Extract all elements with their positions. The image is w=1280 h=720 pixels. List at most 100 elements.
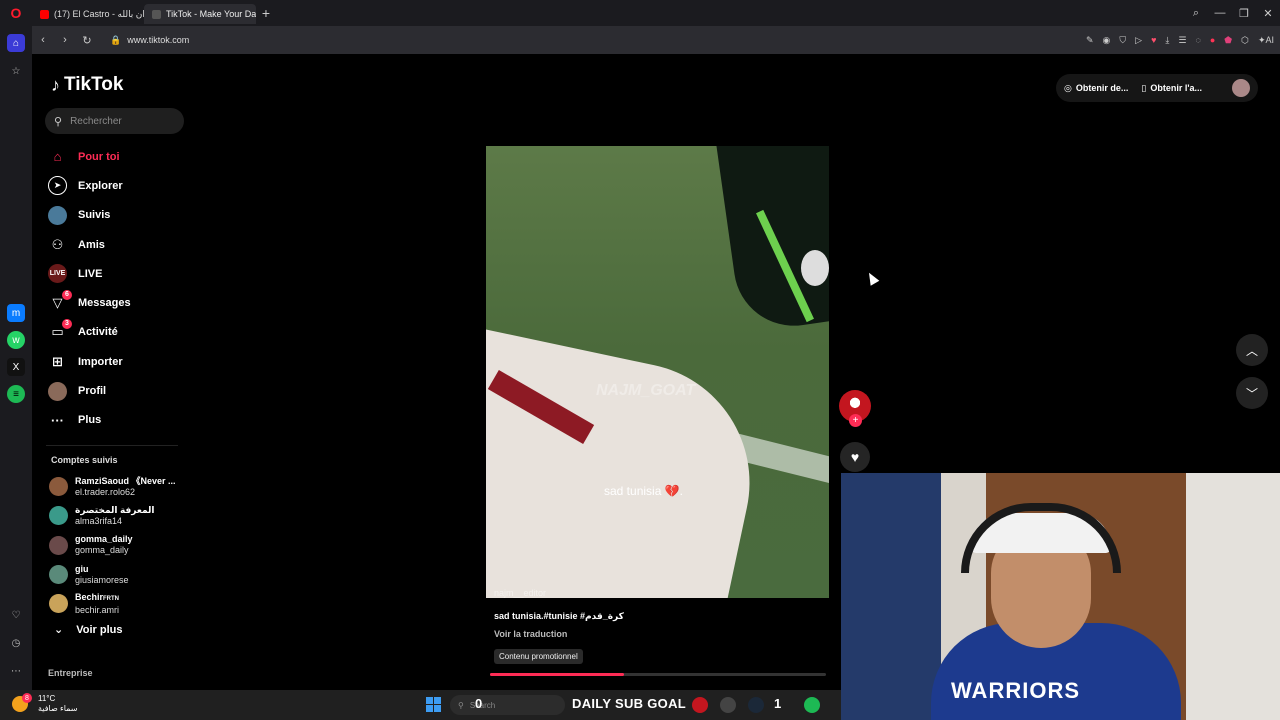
address-bar: ‹ › ↻ 🔒 www.tiktok.com ✎ ◉ ⛉ ▷ ♥ ⤓ ☰ ◌ ●… xyxy=(32,26,1280,54)
extension-icons: ✎ ◉ ⛉ ▷ ♥ ⤓ ☰ ◌ ● ⬟ ⬡ ✦AI xyxy=(1086,26,1274,54)
nav-item-live[interactable]: LIVE LIVE xyxy=(48,259,182,288)
minimize-icon[interactable]: — xyxy=(1208,7,1232,19)
user-avatar[interactable] xyxy=(1232,79,1250,97)
nav-item-friends[interactable]: ⚇ Amis xyxy=(48,230,182,259)
following-account[interactable]: gomma_daily gomma_daily xyxy=(49,531,184,560)
video-player[interactable]: NAJM_GOAT sad tunisia 💔. najm__editor xyxy=(486,146,829,598)
home-icon[interactable]: ⌂ xyxy=(7,34,25,52)
nav-item-activity[interactable]: ▭ 3 Activité xyxy=(48,318,182,347)
get-app-label: Obtenir l'a... xyxy=(1150,83,1202,93)
like-button[interactable]: ♥ xyxy=(840,442,870,472)
play-icon[interactable]: ▷ xyxy=(1135,35,1142,46)
nav-item-following[interactable]: Suivis xyxy=(48,201,182,230)
more-icon: ··· xyxy=(51,412,64,428)
more-icon[interactable]: ⋯ xyxy=(7,662,25,680)
account-name-text: Bechir xyxy=(75,591,104,602)
previous-video-button[interactable]: ︿ xyxy=(1236,334,1268,366)
search-tabs-icon[interactable]: ⌕ xyxy=(1184,7,1208,20)
enterprise-link[interactable]: Entreprise xyxy=(48,668,93,678)
account-handle: alma3rifa14 xyxy=(75,515,123,526)
spotify-icon[interactable]: ≡ xyxy=(7,385,25,403)
follow-button[interactable]: + xyxy=(849,414,862,427)
phone-icon: ▯ xyxy=(1141,82,1147,93)
tab-youtube[interactable]: (17) El Castro - الغفران بالله xyxy=(32,4,144,24)
coin-icon: ◎ xyxy=(1064,82,1072,93)
following-account[interactable]: RamziSaoud 《Never ... el.trader.rolo62 xyxy=(49,472,184,501)
edit-icon[interactable]: ✎ xyxy=(1086,35,1094,46)
opera-taskbar-icon[interactable] xyxy=(692,697,708,713)
whatsapp-icon[interactable]: w xyxy=(7,331,25,349)
tiktok-logo[interactable]: ♪ TikTok xyxy=(51,74,123,96)
nav-item-explore[interactable]: ➤ Explorer xyxy=(48,171,182,200)
search-icon: ⚲ xyxy=(458,700,464,710)
extension-pink-icon[interactable]: ⬟ xyxy=(1224,35,1232,46)
weather-widget[interactable]: 8 11°C سماء صافية xyxy=(12,693,78,714)
tab-tiktok[interactable]: TikTok - Make Your Day xyxy=(144,4,256,24)
nav-item-messages[interactable]: ▽ 6 Messages xyxy=(48,288,182,317)
nav-label: Suivis xyxy=(78,209,111,222)
heart-icon[interactable]: ♥ xyxy=(1151,35,1156,45)
nav-item-upload[interactable]: ⊞ Importer xyxy=(48,347,182,376)
camera-icon[interactable]: ◉ xyxy=(1103,35,1111,46)
see-more-button[interactable]: ⌄ Voir plus xyxy=(54,623,122,637)
chevron-down-icon: ﹀ xyxy=(1245,386,1258,401)
download-icon[interactable]: ⤓ xyxy=(1165,35,1169,46)
youtube-favicon-icon xyxy=(40,9,49,19)
messages-icon: ▽ 6 xyxy=(48,289,72,313)
account-icon[interactable]: ◌ xyxy=(1195,35,1200,45)
nav-label: Activité xyxy=(78,326,118,339)
nav-item-profile[interactable]: Profil xyxy=(48,376,182,405)
steam-taskbar-icon[interactable] xyxy=(748,697,764,713)
get-coins-label: Obtenir de... xyxy=(1075,83,1129,93)
obs-taskbar-icon[interactable] xyxy=(720,697,736,713)
avatar xyxy=(49,594,68,614)
menu-icon[interactable]: ☰ xyxy=(1178,35,1186,46)
following-account[interactable]: المعرفة المختصرة alma3rifa14 xyxy=(49,501,184,530)
nav-label: Explorer xyxy=(78,179,123,192)
cube-icon[interactable]: ⬡ xyxy=(1241,35,1249,46)
messenger-icon[interactable]: m xyxy=(7,304,25,322)
close-icon[interactable]: ✕ xyxy=(1256,7,1280,20)
avatar xyxy=(49,506,68,526)
friends-icon: ⚇ xyxy=(51,236,64,252)
account-name: gomma_daily xyxy=(75,534,133,545)
search-input[interactable] xyxy=(70,115,171,127)
nav-item-more[interactable]: ··· Plus xyxy=(48,406,182,435)
activity-badge: 3 xyxy=(62,318,72,329)
forward-icon[interactable]: › xyxy=(54,34,76,46)
following-account[interactable]: BechirFRTN bechir.amri xyxy=(49,589,184,618)
get-coins-button[interactable]: ◎ Obtenir de... xyxy=(1064,83,1128,94)
browser-sidebar: ⌂ ☆ m w X ≡ ♡ ◷ ⋯ xyxy=(0,26,32,690)
sidebar-bottom: ♡ ◷ ⋯ xyxy=(7,606,25,680)
following-account[interactable]: giu giusiamorese xyxy=(49,560,184,589)
spotify-taskbar-icon[interactable] xyxy=(804,697,820,713)
webcam-shirt-text: WARRIORS xyxy=(951,678,1080,703)
heart-icon[interactable]: ♡ xyxy=(7,606,25,624)
shield-icon[interactable]: ⛉ xyxy=(1119,35,1126,46)
video-creator-tag: najm__editor xyxy=(494,588,547,598)
nav-item-for-you[interactable]: ⌂ Pour toi xyxy=(48,142,182,171)
history-icon[interactable]: ◷ xyxy=(7,634,25,652)
next-video-button[interactable]: ﹀ xyxy=(1236,377,1268,409)
windows-start-icon[interactable] xyxy=(426,697,441,712)
get-app-button[interactable]: ▯ Obtenir l'a... xyxy=(1141,83,1202,94)
promo-label: Contenu promotionnel xyxy=(494,649,583,664)
reload-icon[interactable]: ↻ xyxy=(76,34,98,47)
opera-logo-icon[interactable]: O xyxy=(0,0,32,26)
ai-icon[interactable]: ✦AI xyxy=(1258,35,1274,46)
extension-red-icon[interactable]: ● xyxy=(1210,35,1215,45)
x-icon[interactable]: X xyxy=(7,358,25,376)
back-icon[interactable]: ‹ xyxy=(32,34,54,46)
tab-label: TikTok - Make Your Day xyxy=(166,9,256,19)
video-progress-bar[interactable] xyxy=(490,673,826,676)
search-bar[interactable]: ⚲ xyxy=(45,108,184,134)
tab-label: (17) El Castro - الغفران بالله xyxy=(54,8,144,19)
url-field[interactable]: 🔒 www.tiktok.com xyxy=(110,35,189,46)
top-right-actions: ◎ Obtenir de... ▯ Obtenir l'a... xyxy=(1056,74,1258,102)
translate-link[interactable]: Voir la traduction xyxy=(494,629,567,639)
taskbar-search[interactable]: ⚲ Search xyxy=(450,695,565,715)
new-tab-button[interactable]: + xyxy=(256,3,276,23)
restore-icon[interactable]: ❐ xyxy=(1232,7,1256,20)
star-icon[interactable]: ☆ xyxy=(7,62,25,80)
weather-description: سماء صافية xyxy=(38,704,78,713)
